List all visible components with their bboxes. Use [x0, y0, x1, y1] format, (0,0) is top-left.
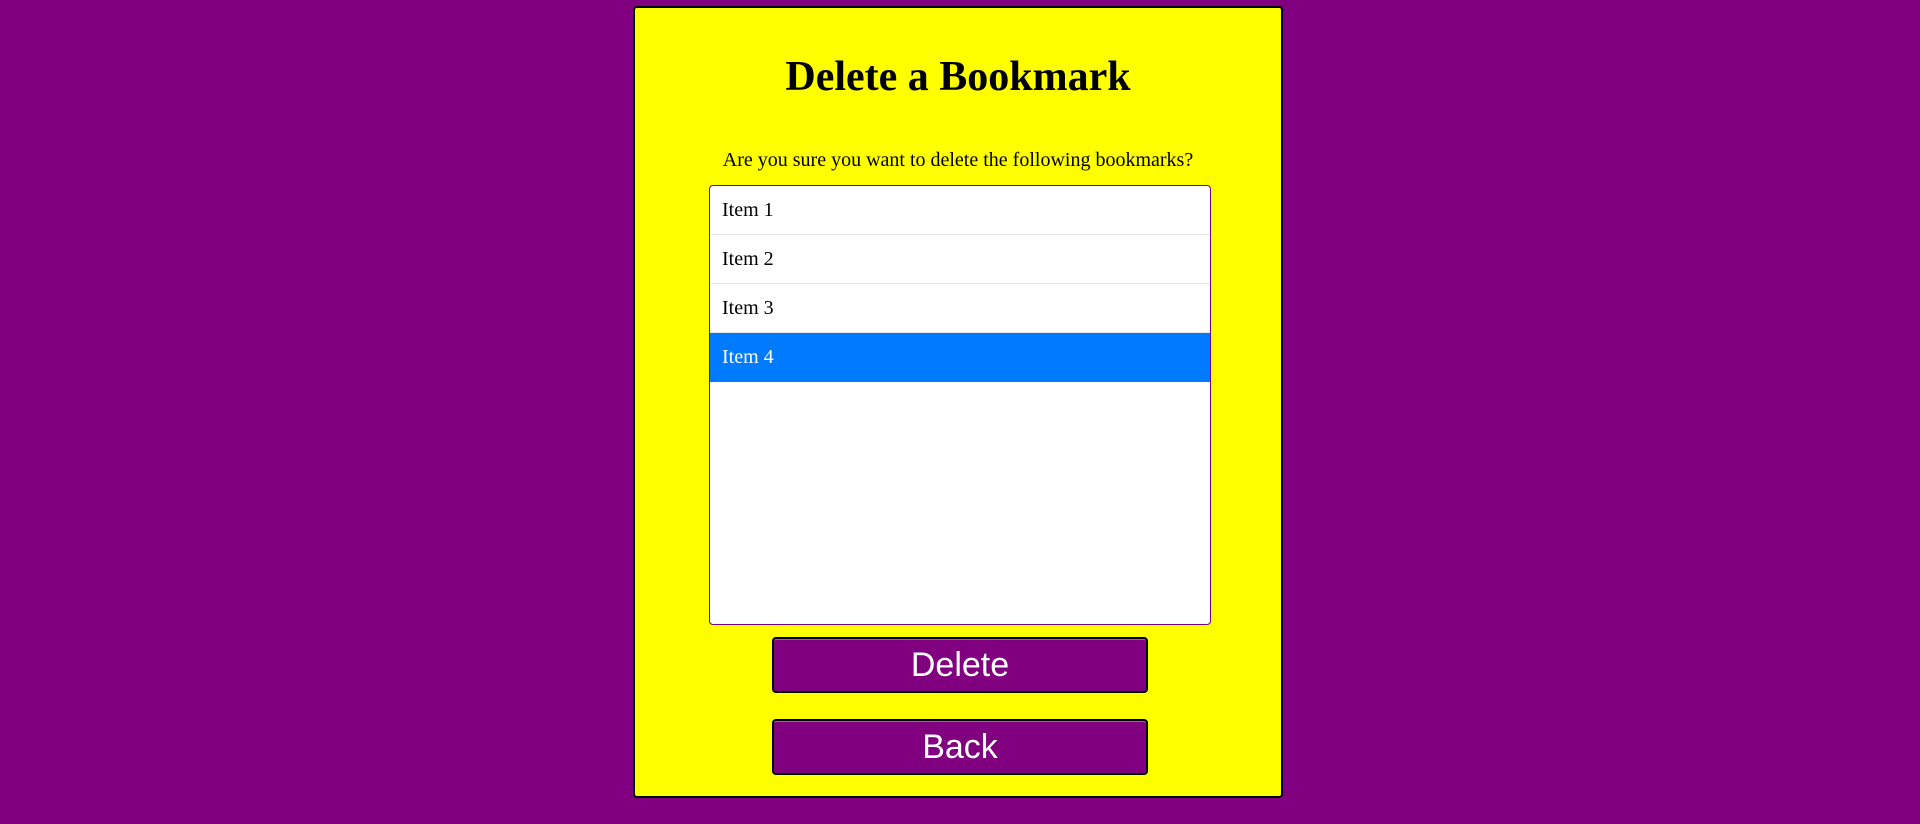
back-button[interactable]: Back — [772, 719, 1148, 775]
confirmation-question: Are you sure you want to delete the foll… — [722, 149, 1194, 171]
delete-bookmark-panel: Delete a Bookmark Are you sure you want … — [633, 6, 1283, 798]
delete-button[interactable]: Delete — [772, 637, 1148, 693]
list-item-selected[interactable]: Item 4 — [710, 333, 1210, 382]
page-title: Delete a Bookmark — [785, 54, 1131, 100]
list-item[interactable]: Item 1 — [710, 186, 1210, 235]
bookmark-listbox[interactable]: Item 1 Item 2 Item 3 Item 4 — [709, 185, 1211, 625]
list-item[interactable]: Item 3 — [710, 284, 1210, 333]
list-item[interactable]: Item 2 — [710, 235, 1210, 284]
